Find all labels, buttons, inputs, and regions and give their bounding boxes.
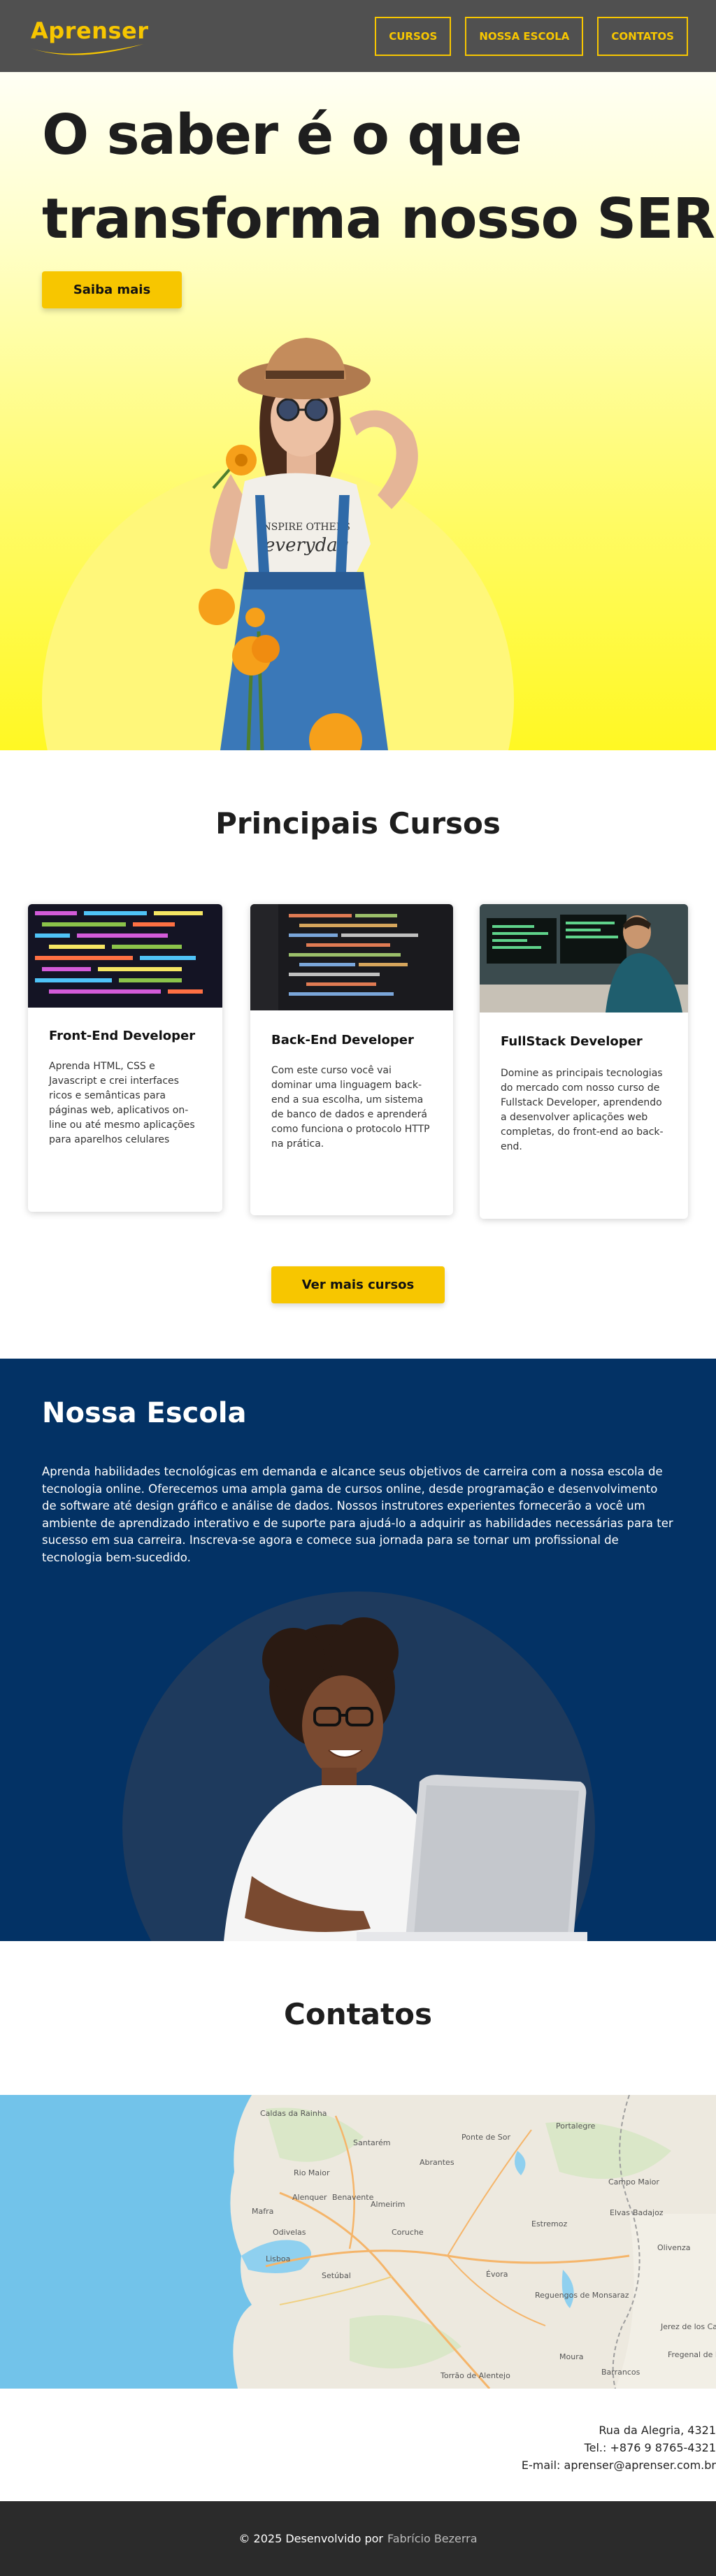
course-card-title: Back-End Developer — [271, 1033, 414, 1047]
map-label: Almeirim — [371, 2200, 405, 2209]
contact-section: Contatos Santarém Ponte de Sor Portalegr… — [0, 1941, 716, 2501]
map-label: Setúbal — [322, 2271, 351, 2280]
developer-at-desk-image — [480, 904, 688, 1012]
contact-address: Rua da Alegria, 4321 Tel.: +876 9 8765-4… — [522, 2421, 716, 2474]
location-map[interactable]: Santarém Ponte de Sor Portalegre Abrante… — [0, 2095, 716, 2389]
logo[interactable]: Aprenser — [28, 12, 149, 61]
map-label: Santarém — [353, 2138, 391, 2147]
map-label: Coruche — [392, 2228, 424, 2237]
map-label: Badajoz — [633, 2208, 664, 2217]
site-header: Aprenser CURSOS NOSSA ESCOLA CONTATOS — [0, 0, 716, 72]
shirt-text-top: INSPIRE OTHERS — [259, 522, 350, 533]
school-description: Aprenda habilidades tecnológicas em dema… — [42, 1465, 673, 1564]
map-label: Moura — [559, 2352, 583, 2361]
course-card-description: Domine as principais tecnologias do merc… — [501, 1068, 664, 1152]
map-label: Portalegre — [556, 2121, 596, 2131]
map-label: Ponte de Sor — [461, 2133, 510, 2142]
hero-section: O saber é o que transforma nosso SER Sai… — [0, 72, 716, 750]
student-with-laptop-image — [224, 1617, 587, 1941]
course-card-description: Com este curso você vai dominar uma ling… — [271, 1065, 430, 1150]
address-street: Rua da Alegria, 4321 — [599, 2424, 716, 2437]
course-card-fullstack[interactable]: FullStack Developer Domine as principais… — [480, 904, 688, 1219]
map-label: Torrão de Alentejo — [440, 2371, 510, 2380]
course-card-frontend[interactable]: Front-End Developer Aprenda HTML, CSS e … — [28, 904, 222, 1212]
logo-text: Aprenser — [31, 17, 149, 44]
logo-swoosh-icon — [31, 43, 143, 55]
hero-title-line-2: transforma nosso SER — [42, 187, 715, 251]
map-label: Caldas da Rainha — [260, 2109, 327, 2118]
main-nav: CURSOS NOSSA ESCOLA CONTATOS — [375, 16, 688, 56]
site-footer: © 2025 Desenvolvido por Fabrício Bezerra — [0, 2501, 716, 2576]
map-label: Reguengos de Monsaraz — [535, 2291, 629, 2300]
woman-with-flower-image: INSPIRE OTHERS everyday — [199, 338, 418, 750]
map-label: Olivenza — [657, 2243, 691, 2252]
school-title: Nossa Escola — [42, 1397, 247, 1429]
map-label: Elvas — [610, 2208, 630, 2217]
map-label: Fregenal de la Sierra — [668, 2350, 716, 2359]
ver-mais-cursos-button[interactable]: Ver mais cursos — [271, 1266, 445, 1303]
hero-title: O saber é o que transforma nosso SER — [42, 93, 715, 261]
courses-section: Principais Cursos Front-End Developer Ap… — [0, 750, 716, 1359]
map-label: Alenquer — [292, 2193, 327, 2202]
school-section: Nossa Escola Aprenda habilidades tecnoló… — [0, 1359, 716, 1941]
course-card-title: Front-End Developer — [49, 1029, 196, 1043]
saiba-mais-button[interactable]: Saiba mais — [42, 271, 182, 308]
map-label: Odivelas — [273, 2228, 306, 2237]
address-phone: Tel.: +876 9 8765-4321 — [584, 2441, 716, 2454]
map-label: Barrancos — [601, 2368, 640, 2377]
map-label: Mafra — [252, 2207, 273, 2216]
map-label: Jerez de los Caballeros — [660, 2322, 716, 2331]
shirt-text-bottom: everyday — [264, 535, 348, 556]
footer-author-link[interactable]: Fabrício Bezerra — [387, 2532, 478, 2545]
map-label: Lisboa — [266, 2254, 290, 2263]
nav-cursos-button[interactable]: CURSOS — [375, 16, 452, 56]
map-label: Estremoz — [531, 2219, 567, 2228]
map-graphic: Santarém Ponte de Sor Portalegre Abrante… — [0, 2095, 716, 2389]
nav-contatos-button[interactable]: CONTATOS — [597, 16, 688, 56]
map-label: Campo Maior — [608, 2177, 659, 2187]
course-card-description: Aprenda HTML, CSS e Javascript e crei in… — [49, 1061, 195, 1145]
nav-nossa-escola-button[interactable]: NOSSA ESCOLA — [465, 16, 584, 56]
code-screen-image — [28, 904, 222, 1008]
hero-title-line-1: O saber é o que — [42, 103, 522, 167]
terminal-code-image — [250, 904, 453, 1010]
map-label: Rio Maior — [294, 2168, 330, 2177]
course-card-title: FullStack Developer — [501, 1034, 643, 1049]
address-email[interactable]: E-mail: aprenser@aprenser.com.br — [522, 2456, 716, 2474]
contact-title: Contatos — [284, 1997, 432, 2031]
map-label: Benavente — [332, 2193, 374, 2202]
map-label: Abrantes — [420, 2158, 454, 2167]
course-card-backend[interactable]: Back-End Developer Com este curso você v… — [250, 904, 453, 1215]
courses-title: Principais Cursos — [215, 806, 501, 840]
footer-copyright: © 2025 Desenvolvido por — [238, 2532, 383, 2545]
map-label: Évora — [486, 2270, 508, 2279]
